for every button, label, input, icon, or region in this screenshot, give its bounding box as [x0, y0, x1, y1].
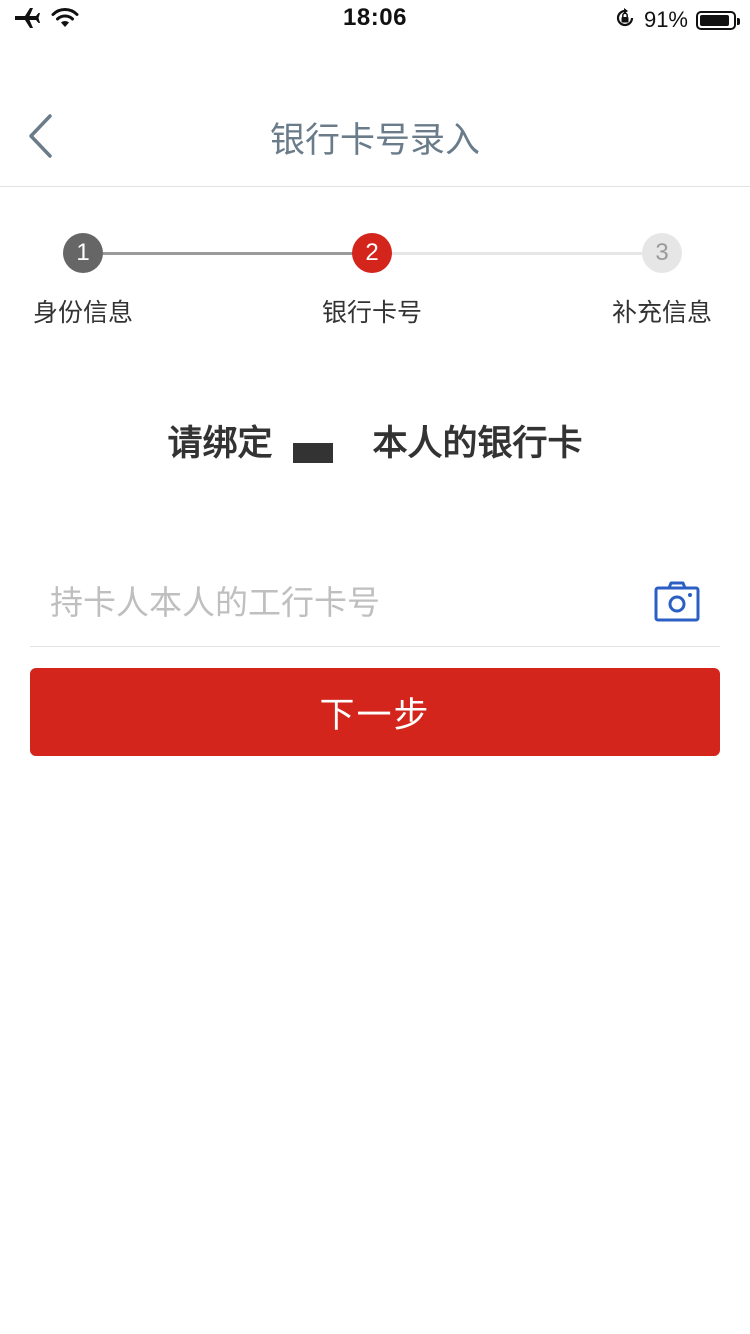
battery-cap	[737, 17, 740, 25]
page-title: 银行卡号录入	[269, 121, 480, 161]
status-bar: 18:06 91%	[0, 0, 750, 40]
step-supplementary-info: 3 补充信息	[602, 230, 722, 329]
headline-prefix: 请绑定	[167, 423, 273, 464]
card-number-input[interactable]	[50, 572, 630, 632]
step-label: 补充信息	[611, 298, 712, 327]
headline-suffix: 本人的银行卡	[372, 423, 583, 464]
step-number: 1	[63, 233, 103, 273]
status-right-group: 91%	[614, 6, 740, 34]
progress-stepper: 1 身份信息 2 银行卡号 3 补充信息	[0, 230, 750, 340]
battery-percent: 91%	[643, 7, 688, 32]
camera-icon	[654, 581, 700, 630]
card-number-row	[30, 560, 720, 647]
battery-icon	[696, 10, 740, 30]
nav-bar: 银行卡号录入	[0, 88, 750, 187]
orientation-lock-icon	[614, 7, 636, 33]
bind-card-headline: 请绑定 本人的银行卡	[0, 412, 750, 468]
step-label: 身份信息	[32, 298, 133, 327]
scan-card-button[interactable]	[654, 580, 700, 626]
masked-name	[273, 415, 373, 465]
battery-fill	[700, 14, 729, 26]
next-step-button[interactable]: 下一步	[30, 668, 720, 756]
step-number: 3	[642, 233, 682, 273]
step-number: 2	[352, 233, 392, 273]
step-identity-info: 1 身份信息	[23, 230, 143, 329]
step-label: 银行卡号	[321, 298, 422, 327]
step-bank-card-number: 2 银行卡号	[312, 230, 432, 329]
